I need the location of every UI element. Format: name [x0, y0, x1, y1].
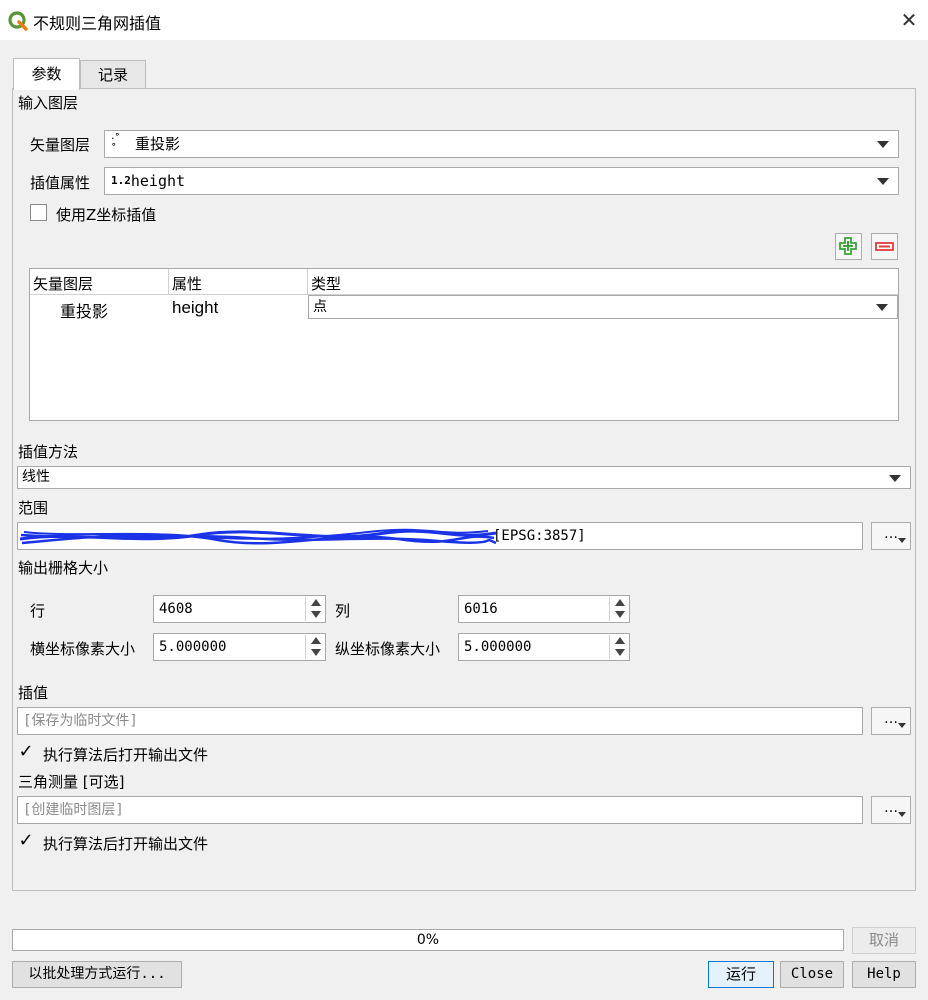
spin-down-icon[interactable] — [305, 609, 324, 621]
cols-value: 6016 — [464, 601, 498, 617]
point-layer-icon: ·˚ ˚ — [111, 132, 120, 155]
method-value: 线性 — [22, 469, 50, 485]
interpolated-label: 插值 — [18, 684, 49, 702]
pixel-size-x-label: 横坐标像素大小 — [30, 640, 136, 658]
row-layer-cell: 重投影 — [60, 304, 109, 321]
triangulation-browse-button[interactable]: … — [871, 796, 911, 824]
help-button[interactable]: Help — [852, 961, 916, 988]
column-header-type: 类型 — [311, 275, 342, 293]
rows-value: 4608 — [159, 601, 193, 617]
cols-label: 列 — [335, 602, 351, 620]
interpolated-browse-button[interactable]: … — [871, 707, 911, 735]
row-type-combo[interactable]: 点 — [308, 295, 898, 319]
vector-layer-combo[interactable]: ·˚ ˚ 重投影 — [104, 130, 899, 158]
vector-layer-label: 矢量图层 — [30, 136, 91, 154]
progress-bar: 0% — [12, 929, 844, 951]
add-layer-button[interactable] — [835, 233, 862, 260]
close-button[interactable]: Close — [780, 961, 844, 988]
close-window-icon[interactable]: ✕ — [898, 7, 920, 33]
use-z-checkbox[interactable] — [30, 204, 47, 221]
chevron-down-icon — [898, 723, 906, 728]
rows-label: 行 — [30, 602, 46, 620]
method-combo[interactable]: 线性 — [17, 466, 911, 489]
extent-input[interactable]: [EPSG:3857] — [17, 522, 863, 550]
plus-icon — [839, 237, 857, 255]
spin-down-icon[interactable] — [609, 647, 628, 659]
triangulation-label: 三角测量 [可选] — [18, 773, 125, 791]
open-triangulation-checkbox[interactable]: ✓ — [17, 832, 35, 850]
column-divider — [168, 269, 169, 295]
input-layers-heading: 输入图层 — [18, 94, 79, 112]
ellipsis-icon: … — [884, 711, 898, 727]
open-triangulation-label: 执行算法后打开输出文件 — [43, 835, 209, 853]
row-type-value: 点 — [313, 299, 327, 315]
chevron-down-icon — [898, 812, 906, 817]
table-row[interactable]: 重投影 height 点 — [30, 295, 898, 321]
progress-text: 0% — [416, 932, 440, 948]
cols-spinbox[interactable]: 6016 — [458, 595, 630, 623]
pixel-size-y-spinbox[interactable]: 5.000000 — [458, 633, 630, 661]
interp-attribute-label: 插值属性 — [30, 174, 91, 192]
redaction-scribble — [19, 528, 497, 545]
interp-attribute-combo[interactable]: 1.2height — [104, 167, 899, 195]
column-divider — [307, 269, 308, 295]
extent-label: 范围 — [18, 499, 49, 517]
interpolated-output-input[interactable]: [保存为临时文件] — [17, 707, 863, 735]
tab-log[interactable]: 记录 — [80, 60, 146, 89]
rows-spinbox[interactable]: 4608 — [153, 595, 326, 623]
interp-attribute-value: height — [130, 172, 186, 190]
chevron-down-icon — [898, 538, 906, 543]
chevron-down-icon — [889, 475, 901, 482]
column-header-attribute: 属性 — [172, 275, 203, 293]
spin-up-icon[interactable] — [609, 635, 628, 647]
ellipsis-icon: … — [884, 800, 898, 816]
chevron-down-icon — [877, 141, 889, 148]
open-interpolated-checkbox[interactable]: ✓ — [17, 743, 35, 761]
vector-layer-value: 重投影 — [135, 135, 181, 153]
extent-options-button[interactable]: … — [871, 522, 911, 550]
chevron-down-icon — [877, 178, 889, 185]
spin-down-icon[interactable] — [609, 609, 628, 621]
raster-size-label: 输出栅格大小 — [18, 559, 109, 577]
layer-table — [29, 268, 899, 421]
pixel-size-x-value: 5.000000 — [159, 639, 227, 655]
ellipsis-icon: … — [884, 526, 898, 542]
numeric-field-icon: 1.2 — [111, 174, 131, 187]
chevron-down-icon — [876, 304, 888, 311]
batch-run-button[interactable]: 以批处理方式运行... — [12, 961, 182, 988]
column-header-layer: 矢量图层 — [33, 275, 94, 293]
triangulation-output-input[interactable]: [创建临时图层] — [17, 796, 863, 824]
extent-crs: [EPSG:3857] — [493, 528, 586, 544]
use-z-label: 使用Z坐标插值 — [56, 206, 157, 224]
run-button[interactable]: 运行 — [708, 961, 774, 988]
row-attribute-cell: height — [172, 298, 219, 317]
spin-up-icon[interactable] — [609, 597, 628, 609]
cancel-button[interactable]: 取消 — [852, 927, 916, 954]
qgis-logo-icon — [8, 11, 28, 31]
pixel-size-x-spinbox[interactable]: 5.000000 — [153, 633, 326, 661]
spin-up-icon[interactable] — [305, 635, 324, 647]
window-title: 不规则三角网插值 — [33, 14, 162, 33]
remove-layer-button[interactable] — [871, 233, 898, 260]
pixel-size-y-value: 5.000000 — [464, 639, 532, 655]
spin-down-icon[interactable] — [305, 647, 324, 659]
tab-parameters[interactable]: 参数 — [13, 58, 80, 90]
minus-icon — [875, 242, 894, 251]
spin-up-icon[interactable] — [305, 597, 324, 609]
method-label: 插值方法 — [18, 443, 79, 461]
pixel-size-y-label: 纵坐标像素大小 — [335, 640, 441, 658]
open-interpolated-label: 执行算法后打开输出文件 — [43, 746, 209, 764]
